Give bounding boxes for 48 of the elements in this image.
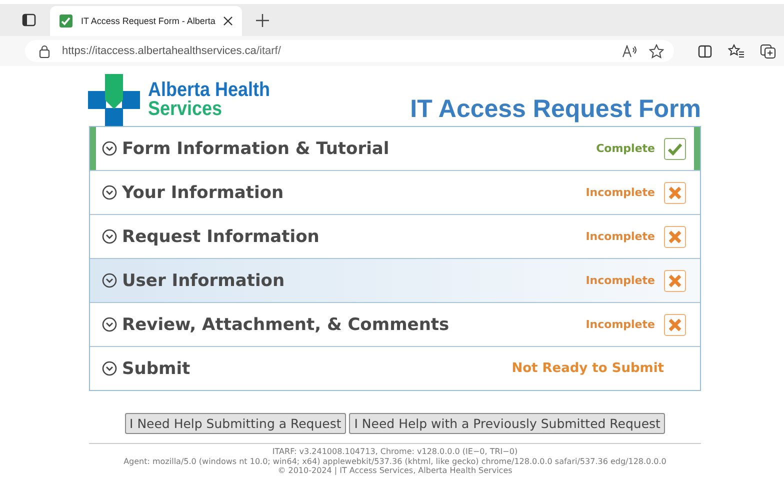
logo-text: Services (148, 100, 224, 119)
browser-tab[interactable]: IT Access Request Form - Alberta (50, 6, 242, 36)
x-mark-icon (664, 314, 686, 336)
address-bar[interactable]: https://itaccess.albertahealthservices.ca/itarf/ (25, 40, 674, 62)
status-text: Complete (596, 142, 655, 155)
close-icon[interactable] (223, 16, 234, 26)
footer-text: © 2010-2024 | IT Access Services, Alberta Health Services (278, 466, 512, 476)
help-button[interactable]: I Need Help Submitting a Request (124, 413, 346, 434)
split-screen-icon[interactable] (698, 44, 712, 58)
read-aloud-icon[interactable] (622, 44, 637, 58)
section-title: Form Information & Tutorial (122, 138, 390, 158)
section-header[interactable]: User Information Incomplete (90, 258, 700, 302)
section-title: Submit (122, 358, 190, 378)
lock-icon (39, 44, 50, 58)
status-text: Incomplete (586, 186, 655, 199)
status-text: Incomplete (586, 230, 655, 243)
favorites-icon[interactable] (728, 44, 744, 58)
logo-text: Alberta Health (148, 81, 270, 100)
new-tab-icon[interactable] (256, 14, 270, 26)
checkmark-icon (664, 138, 686, 160)
status-text: Incomplete (586, 274, 655, 287)
expand-icon (102, 229, 117, 244)
footer-text: ITARF: v3.241008.104713, Chrome: v128.0.0.0 (IE−0, TRI−0) (272, 447, 518, 456)
url-text: https://itaccess.albertahealthservices.ca/itarf/ (62, 45, 281, 57)
expand-icon (102, 141, 117, 156)
section-title: Request Information (122, 226, 320, 246)
expand-icon (102, 185, 117, 200)
expand-icon (102, 273, 117, 288)
section-title: User Information (122, 270, 285, 290)
status-text: Incomplete (586, 318, 655, 331)
section-title: Your Information (122, 182, 284, 202)
page-title: IT Access Request Form (410, 95, 701, 124)
collections-icon[interactable] (760, 44, 776, 58)
section-header[interactable]: Form Information & Tutorial Complete (90, 127, 700, 170)
x-mark-icon (664, 182, 686, 204)
tab-list-icon[interactable] (22, 13, 36, 27)
expand-icon (102, 361, 117, 376)
checkmark-icon (59, 14, 73, 28)
footer-text: Agent: mozilla/5.0 (windows nt 10.0; win64; x64) applewebkit/537.36 (khtml, like gecko) chrome/128.0.0.0 safari/537.36 edg/128.0.0.0 (124, 456, 666, 466)
status-text: Not Ready to Submit (512, 361, 664, 376)
x-mark-icon (664, 270, 686, 292)
help-button[interactable]: I Need Help with a Previously Submitted Request (349, 413, 666, 434)
x-mark-icon (664, 226, 686, 248)
star-icon[interactable] (649, 44, 664, 58)
section-title: Review, Attachment, & Comments (122, 314, 450, 334)
tab-title: IT Access Request Form - Alberta (81, 16, 216, 26)
cross-logo-icon (88, 74, 140, 126)
expand-icon (102, 317, 117, 332)
